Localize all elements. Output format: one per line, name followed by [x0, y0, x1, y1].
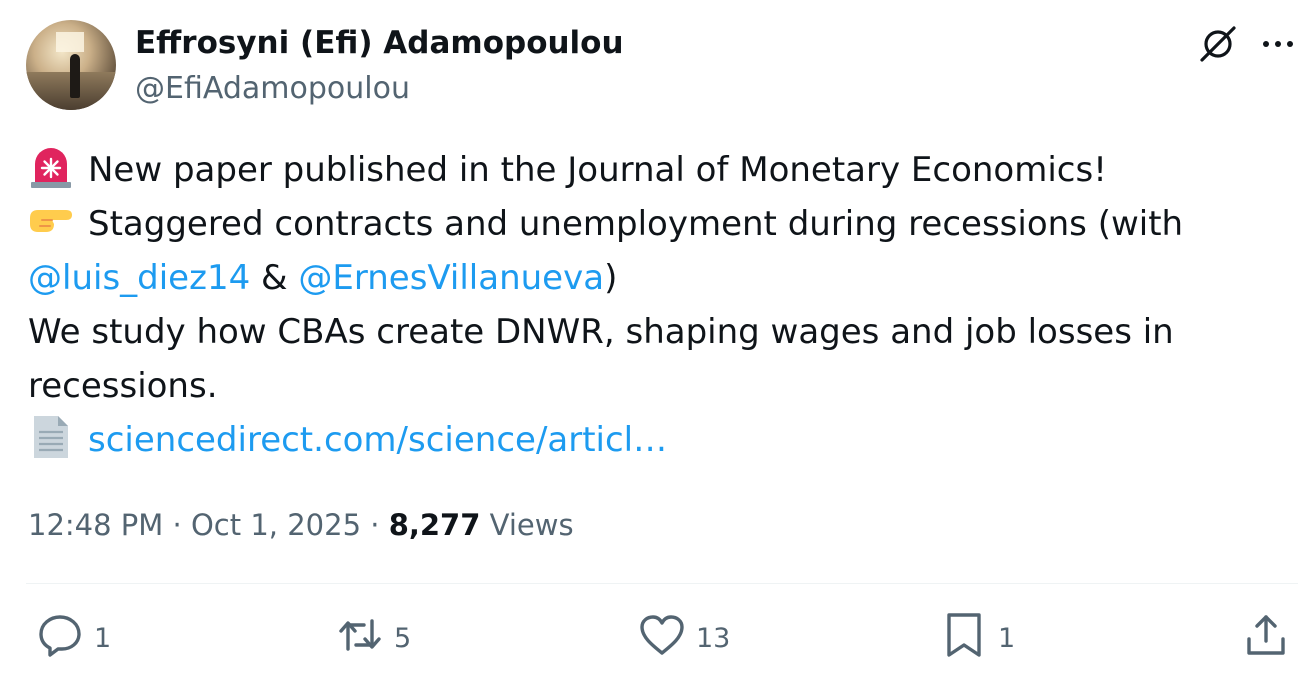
backhand-index-pointing-right-emoji — [28, 198, 74, 244]
tweet-line-1: New paper published in the Journal of Mo… — [28, 143, 1298, 197]
tweet-metadata: 12:48 PM · Oct 1, 2025 · 8,277 Views — [28, 505, 574, 545]
tweet-date[interactable]: Oct 1, 2025 — [191, 508, 361, 542]
tweet-close-paren: ) — [604, 258, 618, 298]
tweet-line-2-text: Staggered contracts and unemployment dur… — [88, 204, 1184, 244]
tweet-line-4: We study how CBAs create DNWR, shaping w… — [28, 305, 1298, 359]
tweet-line-3: @luis_diez14 & @ErnesVillanueva) — [28, 251, 1298, 305]
bookmark-count: 1 — [998, 622, 1016, 654]
meta-separator: · — [361, 508, 389, 542]
bookmark-button[interactable]: 1 — [940, 612, 1015, 664]
author-display-name[interactable]: Effrosyni (Efi) Adamopoulou — [135, 24, 624, 62]
article-link[interactable]: sciencedirect.com/science/articl… — [88, 420, 667, 460]
tweet-ampersand: & — [250, 258, 299, 298]
tweet-time[interactable]: 12:48 PM — [28, 508, 163, 542]
repost-button[interactable]: 5 — [336, 612, 411, 664]
reply-icon — [36, 611, 84, 666]
tweet-text: New paper published in the Journal of Mo… — [28, 143, 1298, 467]
mention-link[interactable]: @ErnesVillanueva — [298, 258, 604, 298]
reply-button[interactable]: 1 — [36, 612, 111, 664]
page-facing-up-emoji — [28, 414, 74, 460]
views-label: Views — [489, 508, 574, 542]
mention-link[interactable]: @luis_diez14 — [28, 258, 250, 298]
divider — [26, 583, 1298, 584]
grok-icon[interactable] — [1198, 22, 1240, 64]
like-button[interactable]: 13 — [638, 612, 730, 664]
repost-count: 5 — [394, 622, 412, 654]
avatar-photo-window — [56, 32, 84, 52]
avatar-photo-person — [70, 54, 80, 98]
tweet-line-5-text: recessions. — [28, 366, 218, 406]
views-count: 8,277 — [388, 508, 481, 542]
share-button[interactable] — [1242, 612, 1290, 664]
tweet-line-5: recessions. — [28, 359, 1298, 413]
author-handle[interactable]: @EfiAdamopoulou — [135, 70, 410, 108]
share-icon — [1242, 611, 1290, 666]
more-options-icon[interactable] — [1258, 26, 1298, 62]
like-count: 13 — [696, 622, 731, 654]
reply-count: 1 — [94, 622, 112, 654]
tweet-line-6: sciencedirect.com/science/articl… — [28, 413, 1298, 467]
tweet-line-1-text: New paper published in the Journal of Mo… — [88, 150, 1107, 190]
tweet-card: Effrosyni (Efi) Adamopoulou @EfiAdamopou… — [0, 0, 1314, 674]
tweet-line-4-text: We study how CBAs create DNWR, shaping w… — [28, 312, 1174, 352]
avatar[interactable] — [26, 20, 116, 110]
repost-icon — [336, 611, 384, 666]
heart-icon — [638, 611, 686, 666]
bookmark-icon — [940, 611, 988, 666]
tweet-line-2: Staggered contracts and unemployment dur… — [28, 197, 1298, 251]
rotating-light-emoji — [28, 144, 74, 190]
meta-separator: · — [163, 508, 191, 542]
